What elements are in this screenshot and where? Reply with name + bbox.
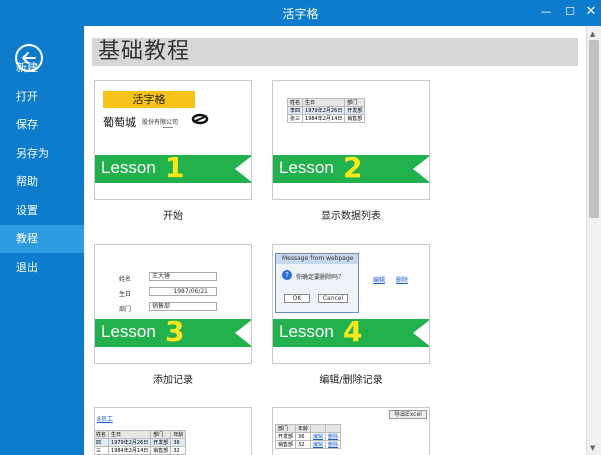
dialog-cancel-button: Cancel xyxy=(318,294,348,303)
company-title: 葡萄城 xyxy=(103,116,136,129)
field-input-birthday: 1987/06/21 xyxy=(149,287,217,296)
lesson-card-2[interactable]: 姓名 生日 部门 李四 1979年2月26日 开发部 张三 1984年2月14日 销售部 L… xyxy=(272,80,430,200)
lesson-number: 2 xyxy=(343,151,363,184)
sidebar-item-exit[interactable]: 退出 xyxy=(0,254,84,282)
lesson-card-1[interactable]: 活字格 葡萄城 股份有限公司 Lesson 1 xyxy=(94,80,252,200)
sidebar-item-help[interactable]: 帮助 xyxy=(0,168,84,196)
sidebar-item-save[interactable]: 保存 xyxy=(0,111,84,139)
sidebar-item-new[interactable]: 新建 xyxy=(0,54,84,82)
field-label-birthday: 生日 xyxy=(119,291,132,298)
sidebar-item-settings[interactable]: 设置 xyxy=(0,197,84,225)
field-label-department: 部门 xyxy=(119,306,132,313)
company-suffix: 股份有限公司 xyxy=(142,119,179,126)
lesson-ribbon: Lesson 4 xyxy=(273,315,429,348)
divider xyxy=(163,127,173,128)
lesson-word: Lesson xyxy=(101,322,156,341)
mini-data-table: 部门 年龄 开发部 36 编辑 删除 销售部 32 编辑 删除 xyxy=(274,424,342,449)
lesson-caption-3: 添加记录 xyxy=(153,375,193,386)
vertical-scrollbar[interactable]: ▲ ▼ xyxy=(586,26,601,455)
lesson-caption-2: 显示数据列表 xyxy=(321,211,381,222)
scroll-up-icon[interactable]: ▲ xyxy=(590,30,595,38)
logo-badge: 活字格 xyxy=(103,91,195,108)
question-icon: ? xyxy=(282,270,292,280)
page-title: 基础教程 xyxy=(98,39,191,64)
maximize-button[interactable]: ☐ xyxy=(560,3,580,21)
message-dialog: Message from webpage ? 你确定要删除吗？ OK Cance… xyxy=(275,253,359,313)
lesson-card-6[interactable]: 导出Excel 部门 年龄 开发部 36 编辑 删除 销售部 32 编辑 删除 xyxy=(272,407,430,455)
main-content: 基础教程 活字格 葡萄城 股份有限公司 Lesson 1 开始 姓名 生日 部门 李… xyxy=(84,26,586,455)
dialog-title: Message from webpage xyxy=(276,254,358,264)
lesson-card-5[interactable]: 8员工 姓名 生日 部门 年龄 四 1979年2月26日 开发部 36 三 1984年2月14… xyxy=(94,407,252,455)
title-bar: 活字格 — ☐ ✕ xyxy=(0,0,601,26)
field-input-name: 王大锤 xyxy=(149,272,217,281)
mini-link: 8员工 xyxy=(97,416,113,423)
mini-data-table: 姓名 生日 部门 年龄 四 1979年2月26日 开发部 36 三 1984年2月14日 销售部… xyxy=(95,430,187,455)
mini-edit-link: 编辑 xyxy=(373,277,386,284)
dialog-text: 你确定要删除吗？ xyxy=(296,274,345,281)
scroll-thumb[interactable] xyxy=(589,40,599,218)
dialog-ok-button: OK xyxy=(284,294,310,303)
lesson-caption-1: 开始 xyxy=(163,211,183,222)
sidebar-item-tutorial[interactable]: 教程 xyxy=(0,225,84,253)
minimize-button[interactable]: — xyxy=(536,3,556,21)
lesson-card-4[interactable]: 编辑 删除 Message from webpage ? 你确定要删除吗？ OK… xyxy=(272,244,430,364)
sidebar-item-save-as[interactable]: 另存为 xyxy=(0,140,84,168)
export-excel-button: 导出Excel xyxy=(389,410,427,419)
window-title: 活字格 xyxy=(282,7,319,21)
lesson-ribbon: Lesson 2 xyxy=(273,151,429,184)
lesson-number: 4 xyxy=(343,315,363,348)
page-header: 基础教程 xyxy=(92,38,578,66)
sidebar-item-open[interactable]: 打开 xyxy=(0,83,84,111)
lesson-word: Lesson xyxy=(101,158,156,177)
lesson-ribbon: Lesson 1 xyxy=(95,151,251,184)
lesson-word: Lesson xyxy=(279,322,334,341)
sidebar: 新建 打开 保存 另存为 帮助 设置 教程 退出 xyxy=(0,26,84,455)
mini-data-table: 姓名 生日 部门 李四 1979年2月26日 开发部 张三 1984年2月14日 销售部 xyxy=(286,98,366,123)
field-label-name: 姓名 xyxy=(119,276,132,283)
lesson-word: Lesson xyxy=(279,158,334,177)
lesson-number: 1 xyxy=(165,151,185,184)
lesson-ribbon: Lesson 3 xyxy=(95,315,251,348)
lesson-caption-4: 编辑/删除记录 xyxy=(319,375,383,386)
swirl-logo-icon xyxy=(191,113,209,125)
mini-delete-link: 删除 xyxy=(396,277,409,284)
lesson-number: 3 xyxy=(165,315,185,348)
scroll-down-icon[interactable]: ▼ xyxy=(590,444,595,452)
close-button[interactable]: ✕ xyxy=(581,3,601,21)
lesson-card-3[interactable]: 姓名 王大锤 生日 1987/06/21 部门 销售部 Lesson 3 xyxy=(94,244,252,364)
field-select-department: 销售部 xyxy=(149,302,217,311)
